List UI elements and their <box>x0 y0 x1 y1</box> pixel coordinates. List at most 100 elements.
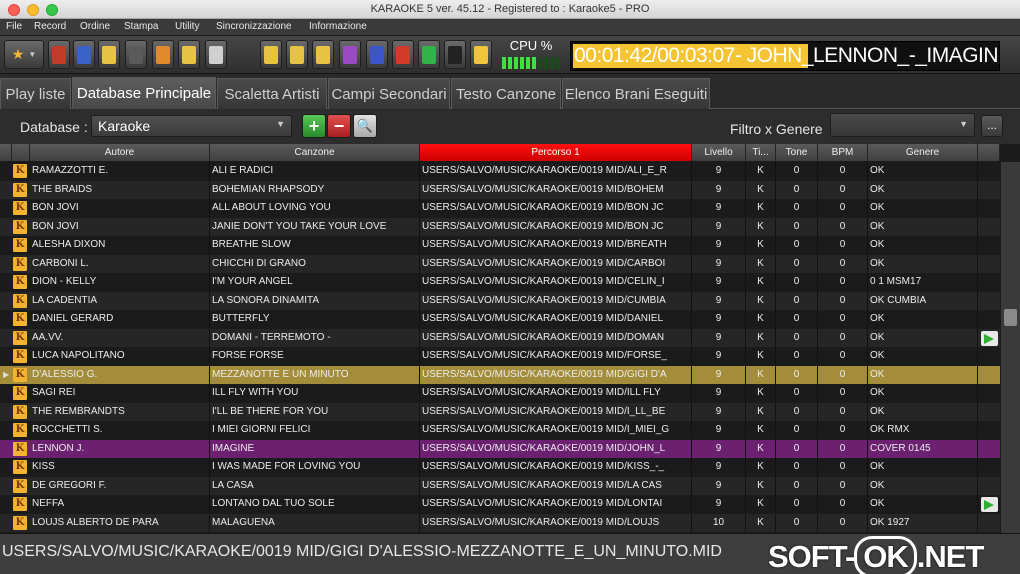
toolbar-button-7[interactable] <box>205 40 227 69</box>
cell-genere: OK <box>868 365 978 384</box>
magnifier-icon: 🔍 <box>356 118 374 133</box>
cell-genere: OK 1927 <box>868 513 978 532</box>
table-row[interactable]: K CARBONI L. CHICCHI DI GRANO USERS/SALVO/M… <box>0 254 1000 273</box>
toolbar-button-8[interactable] <box>260 40 282 69</box>
vertical-scrollbar[interactable] <box>1001 162 1020 533</box>
cell-bpm: 0 <box>818 310 868 328</box>
tab-database-principale[interactable]: Database Principale <box>72 77 216 109</box>
toolbar-button-1[interactable] <box>48 40 70 69</box>
menu-ordine[interactable]: Ordine <box>80 21 110 32</box>
table-row[interactable]: K DE GREGORI F. LA CASA USERS/SALVO/MUSIC/K… <box>0 476 1000 495</box>
database-select[interactable]: Karaoke ▼ <box>91 115 292 137</box>
cell-bpm: 0 <box>818 291 868 310</box>
header-bpm[interactable]: BPM <box>818 144 868 161</box>
toolbar-button-16[interactable] <box>470 40 492 69</box>
remove-database-button[interactable]: − <box>327 114 351 138</box>
toolbar-button-13[interactable] <box>392 40 414 69</box>
cell-tipo: K <box>746 291 776 310</box>
toolbar-button-5[interactable] <box>152 40 174 69</box>
toolbar-button-11[interactable] <box>339 40 361 69</box>
header-autore[interactable]: Autore <box>30 144 210 161</box>
toolbar-button-9[interactable] <box>286 40 308 69</box>
table-row[interactable]: K THE BRAIDS BOHEMIAN RHAPSODY USERS/SALVO/… <box>0 180 1000 199</box>
toolbar-button-6[interactable] <box>178 40 200 69</box>
cell-genere: OK CUMBIA <box>868 291 978 310</box>
toolbar-button-14[interactable] <box>418 40 440 69</box>
table-row[interactable]: K LOUJS ALBERTO DE PARA MALAGUENA USERS/SAL… <box>0 513 1000 532</box>
menu-utility[interactable]: Utility <box>175 21 199 32</box>
table-row[interactable]: K KISS I WAS MADE FOR LOVING YOU USERS/SALV… <box>0 458 1000 476</box>
toolbar-button-15[interactable] <box>444 40 466 69</box>
table-row[interactable]: K LUCA NAPOLITANO FORSE FORSE USERS/SALVO/M… <box>0 347 1000 365</box>
arrow-right-icon[interactable] <box>981 330 998 346</box>
cpu-meter: CPU % <box>499 38 563 72</box>
arrow-right-icon[interactable] <box>981 497 998 512</box>
header-tone[interactable]: Tone <box>776 144 818 161</box>
table-row[interactable]: K AA.VV. DOMANI - TERREMOTO - USERS/SALVO/M… <box>0 328 1000 347</box>
table-row[interactable]: K ROCCHETTI S. I MIEI GIORNI FELICI USERS/S… <box>0 421 1000 439</box>
table-row[interactable]: K BON JOVI ALL ABOUT LOVING YOU USERS/SALVO… <box>0 199 1000 217</box>
toolbar-button-10[interactable] <box>312 40 334 69</box>
table-row[interactable]: K LENNON J. IMAGINE USERS/SALVO/MUSIC/KARAO… <box>0 439 1000 458</box>
database-bar: Database : Karaoke ▼ + − 🔍 Filtro x Gene… <box>0 110 1020 144</box>
menu-sincronizzazione[interactable]: Sincronizzazione <box>216 21 292 32</box>
add-database-button[interactable]: + <box>302 114 326 138</box>
header-percorso[interactable]: Percorso 1 <box>420 144 692 161</box>
table-row[interactable]: K BON JOVI JANIE DON'T YOU TAKE YOUR LOVE U… <box>0 217 1000 236</box>
current-row-marker-icon: ▶ <box>3 369 10 379</box>
tab-campi-secondari[interactable]: Campi Secondari <box>328 78 450 109</box>
toolbar-button-3[interactable] <box>98 40 120 69</box>
menu-file[interactable]: File <box>6 21 22 32</box>
cell-tipo: K <box>746 273 776 291</box>
table-row[interactable]: K SAGI REI ILL FLY WITH YOU USERS/SALVO/MUS… <box>0 384 1000 402</box>
tab-elenco-brani-eseguiti[interactable]: Elenco Brani Eseguiti <box>562 78 710 109</box>
cpu-bar-segment <box>508 57 512 69</box>
table-row[interactable]: K THE REMBRANDTS I'LL BE THERE FOR YOU USER… <box>0 402 1000 421</box>
cell-genere: OK <box>868 199 978 217</box>
cell-autore: CARBONI L. <box>30 254 210 273</box>
table-row[interactable]: K ALESHA DIXON BREATHE SLOW USERS/SALVO/MUS… <box>0 236 1000 254</box>
table-row[interactable]: K RAMAZZOTTI E. ALI E RADICI USERS/SALVO/MU… <box>0 162 1000 180</box>
table-row[interactable]: K LA CADENTIA LA SONORA DINAMITA USERS/SALV… <box>0 291 1000 310</box>
cell-autore: AA.VV. <box>30 328 210 347</box>
cell-percorso: USERS/SALVO/MUSIC/KARAOKE/0019 MID/DOMAN <box>420 328 692 347</box>
toolbar-button-4[interactable] <box>125 40 147 69</box>
cpu-bar-segment <box>502 57 506 69</box>
tab-play-liste[interactable]: Play liste <box>0 78 71 109</box>
header-livello[interactable]: Livello <box>692 144 746 161</box>
menu-informazione[interactable]: Informazione <box>309 21 367 32</box>
genre-filter-select[interactable]: ▼ <box>830 113 975 137</box>
search-database-button[interactable]: 🔍 <box>353 114 377 138</box>
scrollbar-thumb[interactable] <box>1004 309 1017 326</box>
cell-tipo: K <box>746 476 776 495</box>
menu-stampa[interactable]: Stampa <box>124 21 158 32</box>
tab-testo-canzone[interactable]: Testo Canzone <box>451 78 561 109</box>
cell-tone: 0 <box>776 439 818 458</box>
stop-icon <box>448 45 462 64</box>
cell-livello: 9 <box>692 347 746 365</box>
cell-autore: LUCA NAPOLITANO <box>30 347 210 365</box>
tab-scaletta-artisti[interactable]: Scaletta Artisti <box>217 78 327 109</box>
cell-tone: 0 <box>776 347 818 365</box>
header-canzone[interactable]: Canzone <box>210 144 420 161</box>
toolbar-button-2[interactable] <box>73 40 95 69</box>
cell-genere: OK <box>868 180 978 199</box>
favorites-button[interactable]: ★ ▼ <box>4 40 44 69</box>
toolbar-button-12[interactable] <box>366 40 388 69</box>
cell-percorso: USERS/SALVO/MUSIC/KARAOKE/0019 MID/CUMBI… <box>420 291 692 310</box>
table-row[interactable]: K DION - KELLY I'M YOUR ANGEL USERS/SALVO/M… <box>0 273 1000 291</box>
menu-record[interactable]: Record <box>34 21 66 32</box>
table-row[interactable]: K DANIEL GERARD BUTTERFLY USERS/SALVO/MUSIC… <box>0 310 1000 328</box>
cell-autore: BON JOVI <box>30 199 210 217</box>
header-genere[interactable]: Genere <box>868 144 978 161</box>
more-options-button[interactable]: ... <box>981 115 1003 137</box>
pause-icon <box>474 45 488 64</box>
table-row[interactable]: ▶ K D'ALESSIO G. MEZZANOTTE E UN MINUTO USER… <box>0 365 1000 384</box>
table-row[interactable]: K NEFFA LONTANO DAL TUO SOLE USERS/SALVO/MU… <box>0 495 1000 513</box>
karaoke-file-icon: K <box>13 238 27 252</box>
karaoke-file-icon: K <box>13 478 27 493</box>
status-path: USERS/SALVO/MUSIC/KARAOKE/0019 MID/GIGI … <box>2 543 722 560</box>
cpu-bar-segment <box>538 57 542 69</box>
header-tipo[interactable]: Ti... <box>746 144 776 161</box>
cell-percorso: USERS/SALVO/MUSIC/KARAOKE/0019 MID/BOHEM <box>420 180 692 199</box>
